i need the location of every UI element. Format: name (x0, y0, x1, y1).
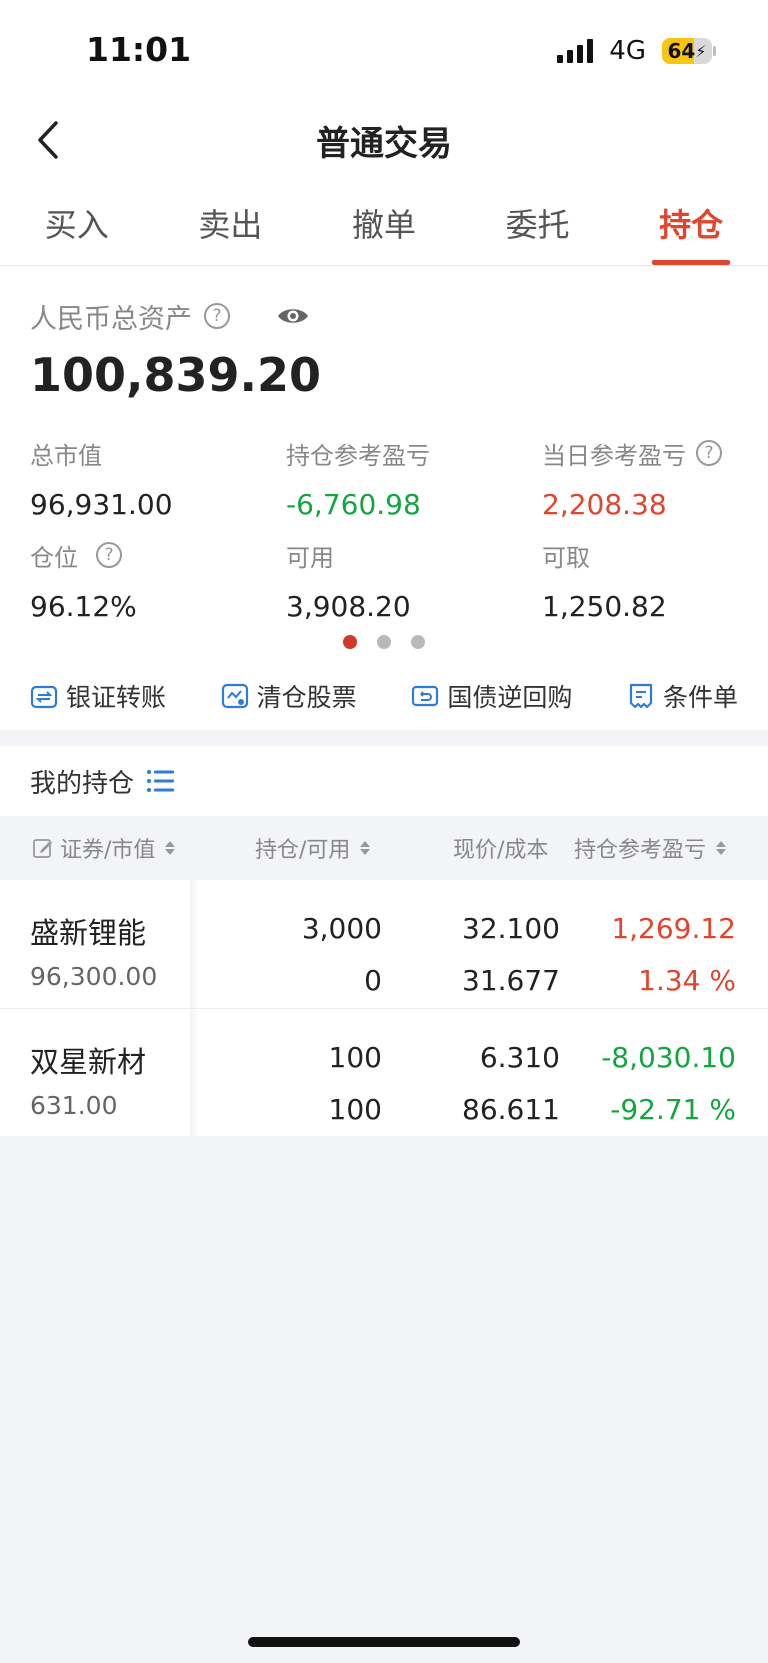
holdings-title: 我的持仓 (30, 768, 135, 799)
sort-icon (165, 841, 176, 855)
trade-tabs: 买入 卖出 撤单 委托 持仓 (0, 180, 768, 266)
holdings-table-header: 证券/市值 持仓/可用 现价/成本 持仓参考盈亏 (0, 816, 768, 880)
sort-icon (360, 841, 371, 855)
column-security[interactable]: 证券/市值 (32, 832, 176, 864)
network-type: 4G (609, 36, 646, 66)
page-dot[interactable] (411, 635, 425, 649)
bank-transfer-button[interactable]: 银证转账 (30, 678, 166, 714)
column-pnl[interactable]: 持仓参考盈亏 (574, 832, 727, 864)
tab-positions[interactable]: 持仓 (614, 180, 768, 265)
eye-icon[interactable] (276, 304, 310, 328)
clear-stocks-button[interactable]: 清仓股票 (221, 678, 357, 714)
transfer-icon (30, 685, 58, 709)
quick-actions: 银证转账 清仓股票 国债逆回购 条件单 (0, 662, 768, 730)
page-dot[interactable] (343, 635, 357, 649)
battery-level: 64 (667, 39, 696, 63)
position-pnl-pct: -92.71 % (610, 1093, 736, 1126)
metric-market-value: 总市值 96,931.00 (30, 441, 173, 521)
table-row[interactable]: 双星新材 631.00 100 100 6.310 86.611 -8,030.… (0, 1008, 768, 1136)
cost-price: 86.611 (462, 1093, 560, 1126)
tab-orders[interactable]: 委托 (461, 180, 615, 265)
asset-metrics: 总市值 96,931.00 持仓参考盈亏 -6,760.98 当日参考盈亏? 2… (30, 428, 738, 632)
status-indicators: 4G 64 ⚡ (557, 36, 716, 66)
stock-market-value: 96,300.00 (30, 962, 158, 991)
stock-name: 双星新材 (30, 1045, 147, 1079)
list-icon[interactable] (146, 769, 175, 793)
repo-icon (412, 685, 439, 707)
metric-position-pnl: 持仓参考盈亏 -6,760.98 (286, 441, 430, 521)
condition-order-button[interactable]: 条件单 (627, 678, 738, 714)
status-time: 11:01 (86, 30, 192, 69)
help-icon[interactable]: ? (696, 440, 722, 466)
status-bar: 11:01 4G 64 ⚡ (0, 0, 768, 100)
total-assets-value: 100,839.20 (30, 348, 322, 402)
current-price: 32.100 (462, 912, 560, 945)
stock-name: 盛新锂能 (30, 916, 147, 950)
nav-bar: 普通交易 (0, 100, 768, 180)
cost-price: 31.677 (462, 964, 560, 997)
home-indicator (248, 1637, 520, 1647)
position-pnl: 1,269.12 (611, 912, 736, 945)
available-qty: 100 (328, 1093, 382, 1126)
table-row[interactable]: 盛新锂能 96,300.00 3,000 0 32.100 31.677 1,2… (0, 880, 768, 1008)
metric-available: 可用 3,908.20 (286, 543, 411, 623)
help-icon[interactable]: ? (96, 542, 122, 568)
help-icon[interactable]: ? (204, 303, 230, 329)
page-dot[interactable] (377, 635, 391, 649)
available-qty: 0 (364, 964, 382, 997)
column-position[interactable]: 持仓/可用 (255, 832, 371, 864)
position-pnl-pct: 1.34 % (638, 964, 736, 997)
reverse-repo-button[interactable]: 国债逆回购 (411, 678, 572, 714)
metric-position-ratio: 仓位? 96.12% (30, 542, 137, 623)
battery-icon: 64 ⚡ (662, 38, 716, 64)
tab-sell[interactable]: 卖出 (154, 180, 308, 265)
chart-clear-icon (221, 683, 248, 709)
edit-icon (33, 839, 52, 858)
total-assets-label: 人民币总资产 (30, 303, 192, 335)
position-qty: 3,000 (301, 912, 382, 945)
metric-daily-pnl: 当日参考盈亏? 2,208.38 (542, 428, 738, 530)
metric-withdrawable: 可取 1,250.82 (542, 543, 667, 623)
current-price: 6.310 (479, 1041, 560, 1074)
sort-icon (716, 841, 727, 855)
chevron-left-icon (38, 121, 58, 159)
tab-buy[interactable]: 买入 (0, 180, 154, 265)
page-title: 普通交易 (316, 123, 452, 164)
back-button[interactable] (28, 118, 68, 162)
signal-icon (557, 39, 594, 63)
condition-order-icon (629, 683, 653, 709)
stock-market-value: 631.00 (30, 1091, 118, 1120)
position-qty: 100 (328, 1041, 382, 1074)
holdings-section: 我的持仓 证券/市值 持仓/可用 现价/成本 持仓参考盈亏 盛新锂能 96,30… (0, 746, 768, 1136)
tab-cancel-order[interactable]: 撤单 (307, 180, 461, 265)
position-pnl: -8,030.10 (601, 1041, 736, 1074)
asset-summary: 人民币总资产 ? 100,839.20 总市值 96,931.00 持仓参考盈亏… (0, 266, 768, 623)
column-price: 现价/成本 (453, 838, 549, 863)
